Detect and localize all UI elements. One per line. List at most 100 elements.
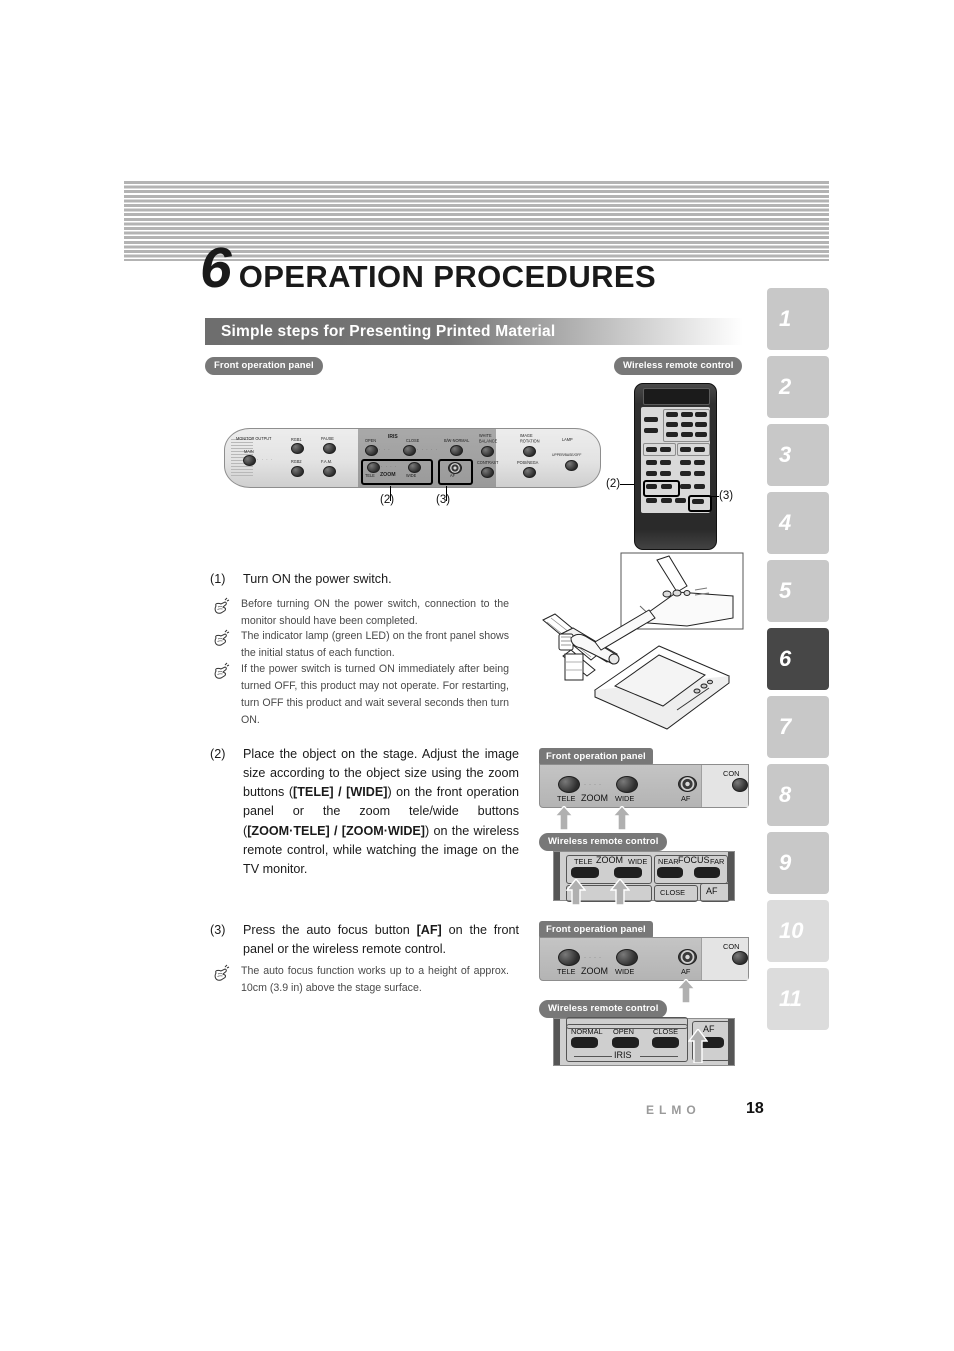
detail3-label-wide: WIDE — [615, 967, 635, 976]
side-tab-5-label: 5 — [779, 578, 792, 603]
side-tab-11[interactable]: 11 — [767, 968, 829, 1030]
side-tab-1[interactable]: 1 — [767, 288, 829, 350]
remote-key-r1c1[interactable] — [666, 412, 678, 417]
detail3-remote-label-iris: IRIS — [614, 1050, 632, 1060]
knob-fam[interactable] — [323, 466, 336, 477]
side-tab-6[interactable]: 6 — [767, 628, 829, 690]
knob-rgb2[interactable] — [291, 466, 304, 477]
label-rgb1: RGB1 — [291, 436, 302, 443]
remote-key-m10[interactable] — [660, 471, 671, 476]
chapter-number: 6 — [200, 236, 232, 300]
side-tab-10[interactable]: 10 — [767, 900, 829, 962]
remote-key-m5[interactable] — [646, 460, 657, 465]
detail3-knob-tele[interactable] — [558, 949, 580, 966]
detail2-remote-key-far[interactable] — [694, 867, 720, 878]
detail2-remote-edge-left — [554, 852, 560, 900]
step-2-text: Place the object on the stage. Adjust th… — [243, 747, 519, 876]
step-1: (1) Turn ON the power switch. — [210, 570, 519, 589]
remote-key-m2[interactable] — [660, 447, 671, 452]
remote-key-m7[interactable] — [680, 460, 691, 465]
knob-posi-nega[interactable] — [523, 467, 536, 478]
detail3-remote-key-close[interactable] — [652, 1037, 679, 1048]
detail3-remote-key-normal[interactable] — [571, 1037, 598, 1048]
remote-key-r2c3[interactable] — [695, 422, 707, 427]
detail2-remote-key-tele[interactable] — [571, 867, 599, 878]
remote-key-m6[interactable] — [660, 460, 671, 465]
detail3-remote-label-open: OPEN — [613, 1027, 634, 1036]
remote-key-m1[interactable] — [646, 447, 657, 452]
detail2-knob-af[interactable] — [678, 776, 697, 792]
remote-key-r2c2[interactable] — [681, 422, 693, 427]
detail2-remote-key-wide[interactable] — [614, 867, 642, 878]
detail3-label-contrast: CON — [723, 942, 740, 951]
knob-image-rotation[interactable] — [523, 446, 536, 457]
detail2-front-panel: ···· TELE ZOOM WIDE AF CON — [539, 764, 749, 808]
knob-lamp[interactable] — [565, 460, 578, 471]
pointing-hand-icon — [212, 597, 232, 617]
knob-pause[interactable] — [323, 443, 336, 454]
remote-key-m4[interactable] — [694, 447, 705, 452]
knob-bw-normal[interactable] — [450, 445, 463, 456]
remote-key-focus-near[interactable] — [680, 484, 691, 489]
side-tab-8[interactable]: 8 — [767, 764, 829, 826]
knob-contrast[interactable] — [481, 467, 494, 478]
detail2-remote-label-tele: TELE — [574, 857, 593, 866]
knob-rgb1[interactable] — [291, 443, 304, 454]
detail2-knob-tele[interactable] — [558, 776, 580, 793]
remote-key-power[interactable] — [644, 428, 658, 433]
knob-zoom-wide[interactable] — [408, 462, 421, 473]
detail3-remote-key-open[interactable] — [612, 1037, 639, 1048]
remote-key-m8[interactable] — [694, 460, 705, 465]
label-image-rotation: IMAGE ROTATION — [520, 432, 540, 444]
side-tab-3[interactable]: 3 — [767, 424, 829, 486]
badge-detail3-remote: Wireless remote control — [539, 1000, 668, 1018]
remote-key-iris-close[interactable] — [661, 498, 672, 503]
remote-key-zoom-wide[interactable] — [661, 484, 672, 489]
knob-main[interactable] — [243, 455, 256, 466]
label-tele: TELE — [365, 472, 375, 479]
knob-white-balance[interactable] — [481, 446, 494, 457]
section-heading-bar: Simple steps for Presenting Printed Mate… — [205, 318, 743, 345]
remote-key-r1c2[interactable] — [681, 412, 693, 417]
detail2-label-tele: TELE — [557, 794, 576, 803]
badge-wireless-remote-control: Wireless remote control — [614, 357, 743, 375]
side-tab-9[interactable]: 9 — [767, 832, 829, 894]
remote-key-r3c3[interactable] — [695, 432, 707, 437]
side-tab-2[interactable]: 2 — [767, 356, 829, 418]
remote-key-af[interactable] — [692, 499, 704, 504]
remote-key-m9[interactable] — [646, 471, 657, 476]
remote-keypad-face — [641, 407, 712, 513]
detail3-knob-contrast[interactable] — [732, 951, 748, 965]
side-tab-4[interactable]: 4 — [767, 492, 829, 554]
remote-key-pause[interactable] — [644, 417, 658, 422]
remote-key-r2c1[interactable] — [666, 422, 678, 427]
remote-key-m3[interactable] — [680, 447, 691, 452]
knob-iris-open[interactable] — [365, 445, 378, 456]
knob-iris-close[interactable] — [403, 445, 416, 456]
remote-key-r3c1[interactable] — [666, 432, 678, 437]
remote-key-iris-open[interactable] — [646, 498, 657, 503]
remote-key-m11[interactable] — [680, 471, 691, 476]
detail2-knob-contrast[interactable] — [732, 778, 748, 792]
remote-key-zoom-tele[interactable] — [646, 484, 657, 489]
remote-ir-window — [643, 388, 710, 405]
remote-key-focus-far[interactable] — [694, 484, 705, 489]
remote-key-iris-normal[interactable] — [675, 498, 686, 503]
detail2-remote-label-focus: FOCUS — [678, 855, 710, 865]
remote-key-r1c3[interactable] — [695, 412, 707, 417]
detail2-knob-wide[interactable] — [616, 776, 638, 793]
detail3-knob-af[interactable] — [678, 949, 697, 965]
step-2: (2) Place the object on the stage. Adjus… — [210, 745, 519, 879]
remote-key-m12[interactable] — [694, 471, 705, 476]
detail2-led-dots: ···· — [584, 782, 604, 788]
side-tab-7[interactable]: 7 — [767, 696, 829, 758]
document-camera-illustration — [537, 550, 749, 740]
note-3-1-text: The auto focus function works up to a he… — [241, 965, 509, 995]
remote-key-r3c2[interactable] — [681, 432, 693, 437]
side-tab-5[interactable]: 5 — [767, 560, 829, 622]
detail3-knob-wide[interactable] — [616, 949, 638, 966]
knob-zoom-tele[interactable] — [367, 462, 380, 473]
note-1-2: The indicator lamp (green LED) on the fr… — [212, 628, 509, 662]
detail2-remote-key-near[interactable] — [657, 867, 683, 878]
detail3-front-panel: ···· TELE ZOOM WIDE AF CON — [539, 937, 749, 981]
